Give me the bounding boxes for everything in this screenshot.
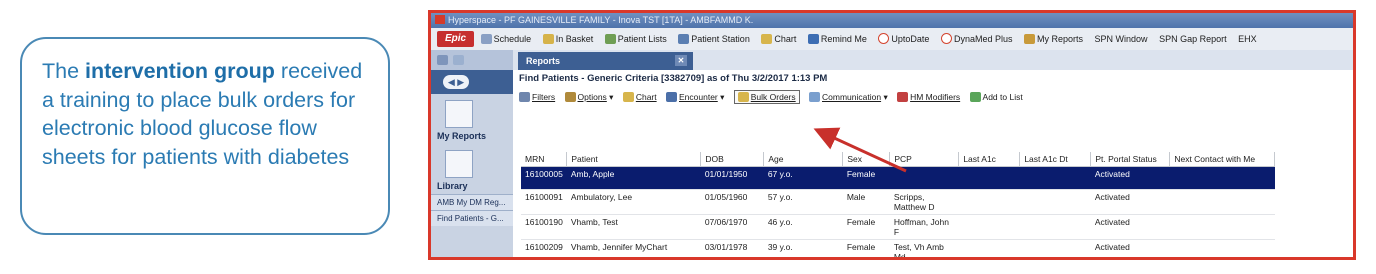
menu-patient-station[interactable]: Patient Station — [678, 28, 750, 50]
close-icon[interactable]: ✕ — [675, 55, 687, 66]
menu-my-reports[interactable]: My Reports — [1024, 28, 1083, 50]
column-header-last-a1c-dt[interactable]: Last A1c Dt — [1019, 152, 1092, 167]
filters-button[interactable]: Filters — [519, 92, 555, 102]
report-item-find-patients[interactable]: Find Patients - G... — [431, 210, 513, 226]
menu-patient-lists[interactable]: Patient Lists — [604, 28, 667, 50]
bulk-orders-button[interactable]: Bulk Orders — [733, 90, 800, 104]
back-button[interactable]: ◀ ▶ — [443, 75, 469, 89]
tab-reports[interactable]: Reports ✕ — [518, 52, 693, 70]
my-reports-activity[interactable]: My Reports — [431, 94, 513, 144]
encounter-icon — [666, 92, 677, 102]
report-content: Find Patients - Generic Criteria [338270… — [513, 70, 1353, 257]
reports-icon — [445, 100, 473, 128]
nav-bar: ◀ ▶ — [431, 70, 513, 94]
left-panel: ◀ ▶ My Reports Library AMB My DM Reg... … — [431, 50, 513, 257]
column-header-dob[interactable]: DOB — [700, 152, 765, 167]
column-header-last-a1c[interactable]: Last A1c — [958, 152, 1021, 167]
chart-button[interactable]: Chart — [622, 92, 657, 102]
callout-bold: intervention group — [85, 59, 275, 83]
menu-remind-me[interactable]: Remind Me — [807, 28, 867, 50]
tab-label: Reports — [526, 56, 561, 66]
menu-uptodate[interactable]: UptoDate — [878, 28, 929, 50]
column-header-next-contact[interactable]: Next Contact with Me — [1169, 152, 1276, 167]
column-header-sex[interactable]: Sex — [842, 152, 891, 167]
panel-icon[interactable] — [452, 55, 464, 65]
station-icon — [678, 34, 690, 44]
menu-dynamed[interactable]: DynaMed Plus — [940, 28, 1012, 50]
screenshot-frame: Hyperspace - PF GAINESVILLE FAMILY - Ino… — [428, 10, 1356, 260]
home-icon[interactable] — [437, 55, 448, 65]
menu-ehx[interactable]: EHX — [1238, 28, 1257, 50]
table-row[interactable]: 16100005 Amb, Apple 01/01/1950 67 y.o. F… — [521, 166, 1275, 190]
options-icon — [564, 92, 576, 102]
table-row[interactable]: 16100190 Vhamb, Test 07/06/1970 46 y.o. … — [521, 214, 1275, 240]
window-titlebar: Hyperspace - PF GAINESVILLE FAMILY - Ino… — [431, 13, 1353, 28]
inbox-icon — [542, 34, 554, 44]
callout-prefix: The — [42, 59, 86, 83]
library-icon — [445, 150, 473, 178]
table-row[interactable]: 16100209 Vhamb, Jennifer MyChart 03/01/1… — [521, 239, 1275, 257]
clock-icon — [940, 33, 952, 44]
hm-modifiers-button[interactable]: HM Modifiers — [897, 92, 960, 102]
my-reports-label: My Reports — [437, 131, 487, 141]
menu-spn-window[interactable]: SPN Window — [1095, 28, 1148, 50]
callout-box: The intervention group received a traini… — [20, 37, 390, 235]
library-activity[interactable]: Library — [431, 144, 513, 194]
table-header-row: MRN Patient DOB Age Sex PCP Last A1c Las… — [521, 152, 1276, 167]
library-label: Library — [437, 181, 468, 191]
options-button[interactable]: Options ▾ — [564, 92, 613, 103]
add-to-list-button[interactable]: Add to List — [969, 92, 1023, 102]
report-toolbar: Filters Options ▾ Chart Encounter ▾ Bulk… — [519, 90, 1030, 104]
menu-schedule[interactable]: Schedule — [480, 28, 531, 50]
filter-icon — [519, 92, 530, 102]
column-header-portal-status[interactable]: Pt. Portal Status — [1090, 152, 1171, 167]
flag-icon — [807, 34, 819, 44]
column-header-patient[interactable]: Patient — [566, 152, 702, 167]
menu-in-basket[interactable]: In Basket — [542, 28, 593, 50]
menu-chart[interactable]: Chart — [761, 28, 796, 50]
chart-folder-icon — [622, 92, 634, 102]
patient-table: MRN Patient DOB Age Sex PCP Last A1c Las… — [521, 152, 1276, 257]
column-header-mrn[interactable]: MRN — [521, 152, 568, 167]
encounter-button[interactable]: Encounter ▾ — [666, 92, 724, 103]
communication-button[interactable]: Communication ▾ — [809, 92, 888, 103]
chart-folder-icon — [761, 34, 773, 44]
report-title: Find Patients - Generic Criteria [338270… — [519, 73, 828, 84]
table-row[interactable]: 16100091 Ambulatory, Lee 01/05/1960 57 y… — [521, 189, 1275, 215]
communication-icon — [809, 92, 821, 102]
hm-icon — [897, 92, 909, 102]
left-panel-header — [431, 50, 513, 70]
calendar-icon — [480, 34, 492, 44]
report-item-amb-dm[interactable]: AMB My DM Reg... — [431, 194, 513, 210]
reports-icon — [1024, 34, 1035, 44]
add-icon — [969, 92, 981, 102]
app-logo-icon — [435, 15, 445, 24]
clock-icon — [878, 33, 890, 44]
orders-icon — [737, 92, 749, 102]
menu-spn-gap-report[interactable]: SPN Gap Report — [1159, 28, 1227, 50]
column-header-pcp[interactable]: PCP — [889, 152, 960, 167]
tab-strip: Reports ✕ — [513, 50, 1353, 70]
epic-menu-button[interactable]: Epic — [437, 31, 475, 47]
column-header-age[interactable]: Age — [763, 152, 844, 167]
menubar: Epic Schedule In Basket Patient Lists Pa… — [431, 28, 1353, 51]
window-title: Hyperspace - PF GAINESVILLE FAMILY - Ino… — [448, 15, 754, 25]
list-icon — [604, 34, 616, 44]
